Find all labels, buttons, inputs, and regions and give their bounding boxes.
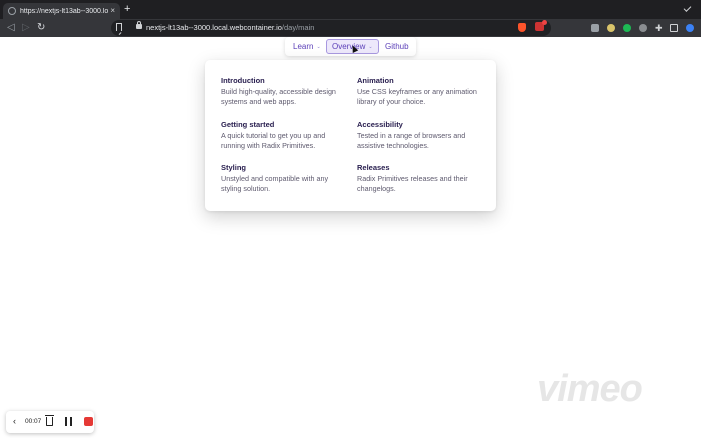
brave-rewards-icon[interactable] — [518, 23, 526, 32]
overview-dropdown: Introduction Build high-quality, accessi… — [205, 60, 496, 211]
item-description: Use CSS keyframes or any animation libra… — [357, 87, 477, 106]
item-description: Tested in a range of browsers and assist… — [357, 131, 466, 150]
menu-item-getting-started[interactable]: Getting started A quick tutorial to get … — [221, 120, 345, 151]
item-description: Radix Primitives releases and their chan… — [357, 174, 468, 193]
menu-item-releases[interactable]: Releases Radix Primitives releases and t… — [357, 163, 481, 194]
extension-icon-2[interactable] — [607, 24, 615, 32]
item-title: Styling — [221, 163, 247, 172]
item-description: Build high-quality, accessible design sy… — [221, 87, 336, 106]
extensions-puzzle-icon[interactable]: ✚ — [655, 24, 663, 33]
item-title: Getting started — [221, 120, 275, 129]
tab-title: https://nextjs-lt13ab--3000.local — [20, 7, 108, 15]
url-path: /day/main — [281, 23, 315, 32]
recorder-controls: ‹ 00:07 — [6, 411, 94, 433]
tab-search-icon[interactable] — [683, 5, 693, 12]
reload-icon[interactable]: ↻ — [37, 22, 45, 34]
item-title: Animation — [357, 76, 394, 85]
menu-item-accessibility[interactable]: Accessibility Tested in a range of brows… — [357, 120, 481, 151]
chevron-down-icon: ⌄ — [368, 43, 373, 50]
vimeo-watermark: vimeo — [537, 368, 643, 410]
trash-icon[interactable] — [45, 415, 54, 426]
new-tab-button[interactable]: + — [124, 3, 130, 16]
learn-label: Learn — [293, 42, 314, 51]
menu-item-styling[interactable]: Styling Unstyled and compatible with any… — [221, 163, 345, 194]
chevron-down-icon: ⌄ — [316, 43, 321, 50]
tab-bar: https://nextjs-lt13ab--3000.local × + — [0, 0, 701, 19]
stop-icon[interactable] — [84, 417, 93, 426]
url-host: nextjs-lt13ab--3000.local.webcontainer.i… — [146, 23, 282, 32]
extension-icon-1[interactable] — [591, 24, 599, 32]
item-title: Releases — [357, 163, 390, 172]
url-text[interactable]: nextjs-lt13ab--3000.local.webcontainer.i… — [146, 23, 314, 32]
item-description: A quick tutorial to get you up and runni… — [221, 131, 326, 150]
bookmark-icon[interactable] — [116, 23, 122, 31]
back-icon[interactable]: ◁ — [7, 22, 15, 34]
item-title: Accessibility — [357, 120, 403, 129]
item-title: Introduction — [221, 76, 265, 85]
browser-tab[interactable]: https://nextjs-lt13ab--3000.local × — [3, 3, 120, 19]
extension-icon-4[interactable] — [639, 24, 647, 32]
extension-icon-3[interactable] — [623, 24, 631, 32]
item-description: Unstyled and compatible with any styling… — [221, 174, 329, 193]
github-label: Github — [385, 42, 409, 51]
brave-shields-icon[interactable] — [535, 20, 547, 31]
menu-item-animation[interactable]: Animation Use CSS keyframes or any anima… — [357, 76, 481, 107]
globe-icon — [8, 7, 16, 15]
close-tab-icon[interactable]: × — [110, 6, 115, 15]
pause-icon[interactable] — [65, 417, 72, 426]
lock-icon[interactable] — [136, 21, 142, 29]
chevron-left-icon[interactable]: ‹ — [13, 416, 16, 427]
learn-trigger[interactable]: Learn ⌄ — [288, 39, 326, 54]
overview-label: Overview — [332, 42, 366, 51]
sidebar-icon[interactable] — [670, 24, 678, 32]
profile-icon[interactable] — [686, 24, 694, 32]
forward-icon[interactable]: ▷ — [22, 22, 30, 34]
menu-item-introduction[interactable]: Introduction Build high-quality, accessi… — [221, 76, 345, 107]
recording-time: 00:07 — [25, 418, 42, 425]
github-link[interactable]: Github — [380, 39, 414, 54]
